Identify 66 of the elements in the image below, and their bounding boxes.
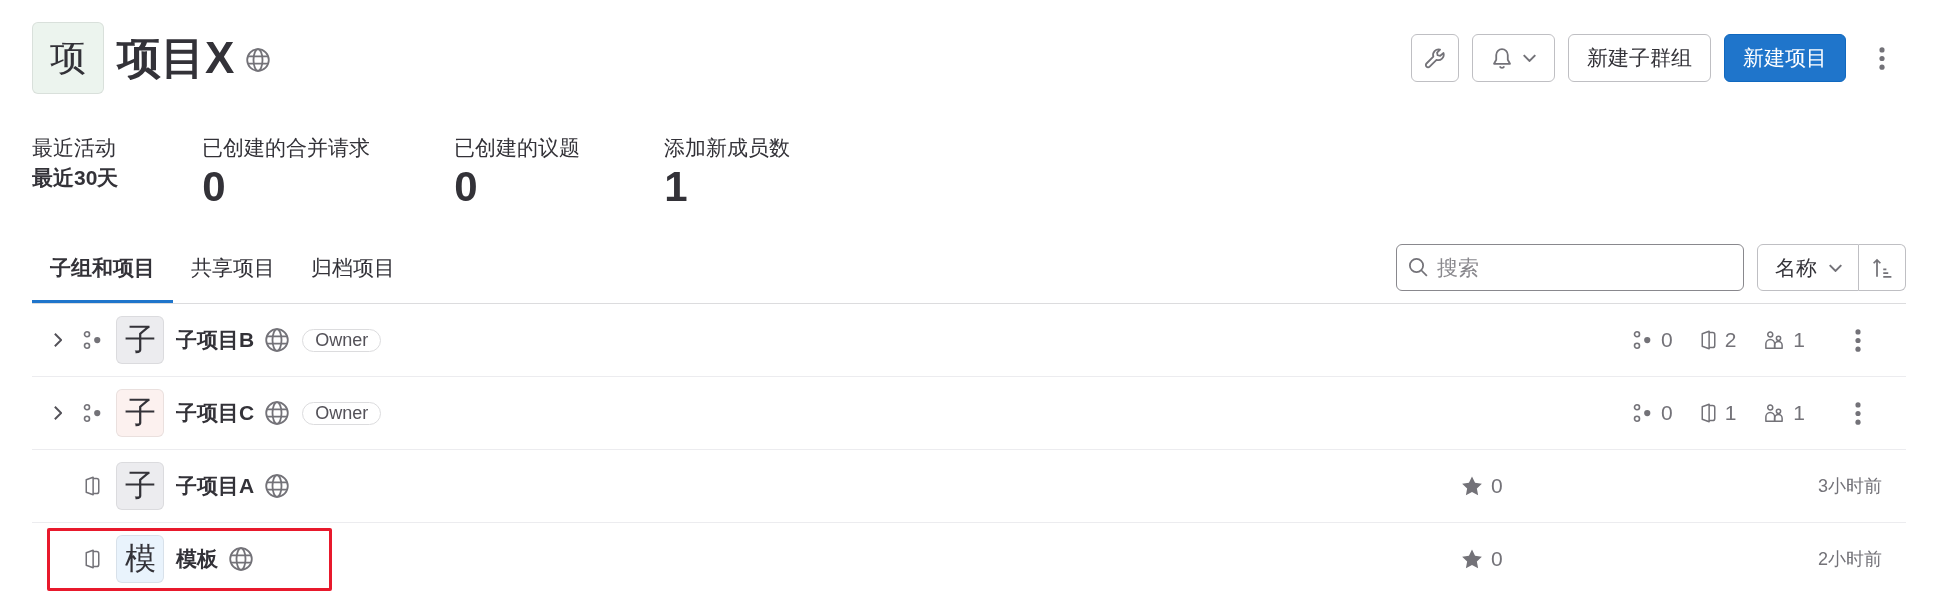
- star-icon: [1462, 549, 1482, 569]
- members-icon: [1764, 330, 1785, 350]
- notification-dropdown[interactable]: [1472, 34, 1555, 82]
- globe-icon: [246, 48, 271, 72]
- stat-value: 0: [454, 163, 479, 211]
- sort-ascending-icon: [1872, 257, 1892, 278]
- project-name-link[interactable]: 子项目A: [176, 472, 255, 500]
- project-icon: [1700, 403, 1716, 423]
- member-count: 1: [1793, 401, 1805, 425]
- project-avatar: 子: [116, 462, 164, 510]
- stat-value: 1: [664, 163, 689, 211]
- tab[interactable]: 归档项目: [293, 232, 413, 303]
- page-title: 项目X: [117, 36, 235, 80]
- globe-icon: [229, 547, 253, 571]
- stat-label: 最近活动: [32, 135, 117, 161]
- project-icon: [84, 476, 100, 496]
- subgroup-icon: [82, 330, 102, 350]
- kebab-icon: [1855, 401, 1861, 425]
- project-name-link[interactable]: 模板: [176, 545, 218, 573]
- chevron-icon[interactable]: [54, 406, 62, 420]
- search-icon: [1408, 257, 1428, 277]
- updated-time: 3小时前: [1818, 475, 1882, 498]
- subgroup-count: 0: [1660, 328, 1673, 352]
- globe-icon: [265, 328, 290, 352]
- updated-time: 2小时前: [1818, 548, 1882, 571]
- sort-dropdown[interactable]: 名称: [1757, 244, 1859, 291]
- bell-icon: [1491, 47, 1513, 69]
- project-icon: [84, 549, 100, 569]
- sort-direction-button[interactable]: [1859, 244, 1906, 291]
- group-avatar: 子: [116, 389, 164, 437]
- star-icon: [1462, 476, 1482, 496]
- tab[interactable]: 共享项目: [173, 232, 293, 303]
- tab[interactable]: 子组和项目: [32, 232, 173, 303]
- globe-icon: [265, 474, 290, 498]
- caret-icon: [1523, 54, 1536, 62]
- stat-label: 添加新成员数: [664, 135, 791, 161]
- project-count: 1: [1724, 401, 1737, 425]
- kebab-icon: [1879, 46, 1885, 70]
- star-count: 0: [1491, 547, 1503, 571]
- project-avatar: 模: [116, 535, 164, 583]
- stat-label: 已创建的议题: [454, 135, 581, 161]
- caret-icon: [1828, 263, 1842, 272]
- project-count: 2: [1724, 328, 1737, 352]
- group-name-link[interactable]: 子项目B: [176, 326, 255, 354]
- group-name-link[interactable]: 子项目C: [176, 399, 255, 427]
- project-avatar: 项: [32, 22, 104, 94]
- wrench-icon: [1424, 47, 1446, 69]
- project-icon: [1700, 330, 1716, 350]
- member-count: 1: [1793, 328, 1805, 352]
- stat-period: 最近30天: [32, 165, 119, 191]
- settings-button[interactable]: [1411, 34, 1459, 82]
- star-count: 0: [1491, 474, 1503, 498]
- chevron-icon[interactable]: [54, 333, 62, 347]
- subgroup-icon: [82, 403, 102, 423]
- members-icon: [1764, 403, 1785, 423]
- subgroup-count: 0: [1660, 401, 1673, 425]
- search-field[interactable]: 搜索: [1396, 244, 1744, 291]
- subgroup-icon: [1631, 330, 1652, 350]
- subgroup-icon: [1631, 403, 1652, 423]
- new-subgroup-button[interactable]: 新建子群组: [1568, 34, 1711, 82]
- new-project-button[interactable]: 新建项目: [1724, 34, 1846, 82]
- group-avatar: 子: [116, 316, 164, 364]
- stat-label: 已创建的合并请求: [202, 135, 371, 161]
- kebab-icon: [1855, 328, 1861, 352]
- stat-value: 0: [202, 163, 227, 211]
- globe-icon: [265, 401, 290, 425]
